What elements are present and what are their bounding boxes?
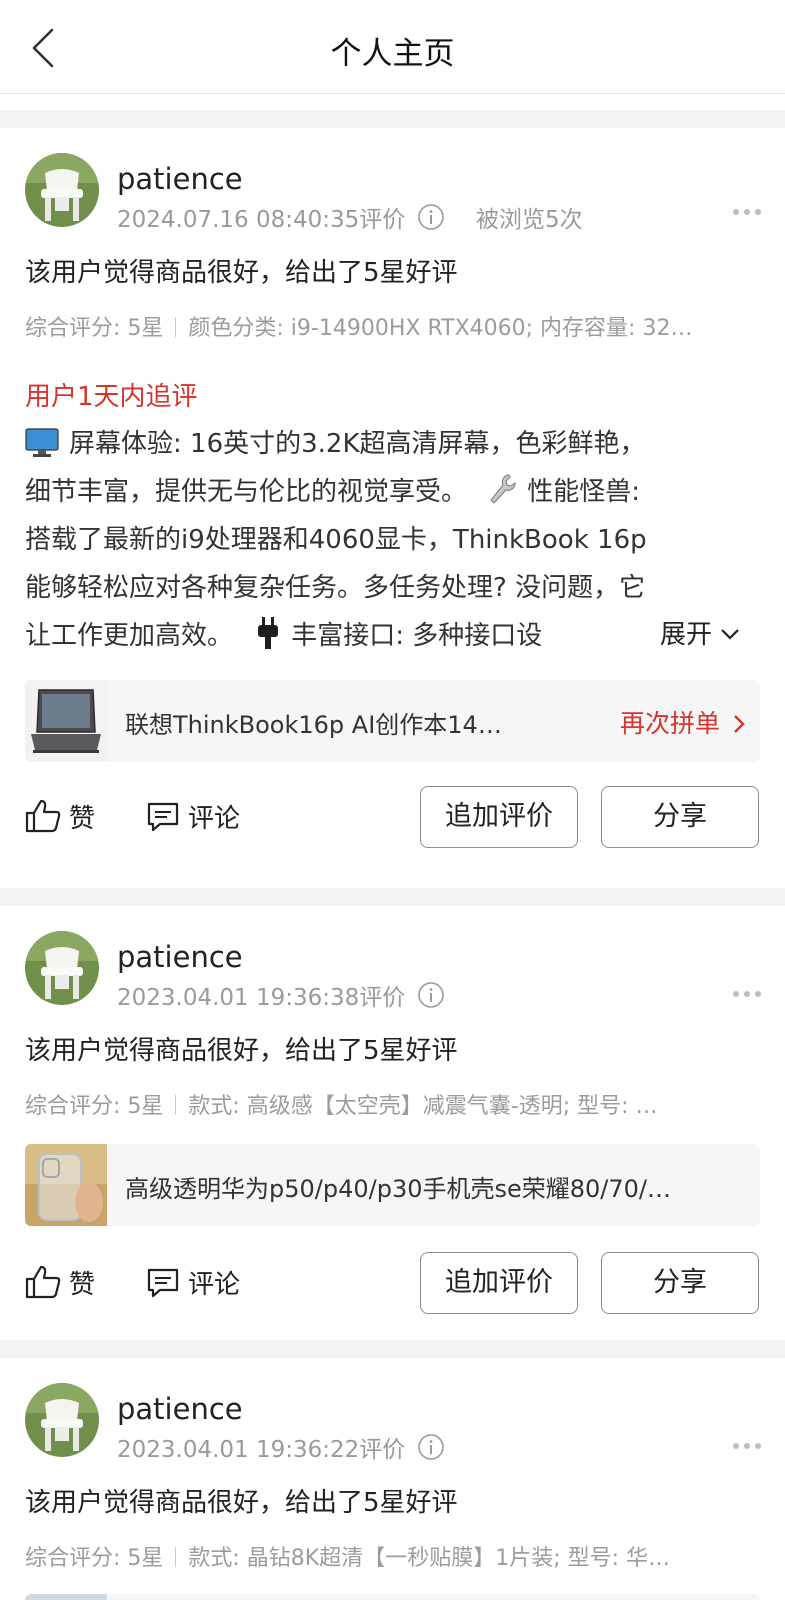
followup-title: 用户1天内追评 bbox=[25, 382, 198, 412]
comment-button[interactable]: 评论 bbox=[146, 798, 240, 835]
info-icon[interactable] bbox=[417, 1433, 445, 1461]
followup-line: 搭载了最新的i9处理器和4060显卡，ThinkBook 16p bbox=[25, 525, 647, 555]
review-meta: 2023.04.01 19:36:22评价 bbox=[117, 1430, 445, 1464]
thumbs-up-icon bbox=[25, 799, 61, 833]
username[interactable]: patience bbox=[117, 162, 243, 196]
share-button[interactable]: 分享 bbox=[601, 1252, 759, 1314]
review-specs: 综合评分: 5星 颜色分类: i9-14900HX RTX4060; 内存容量: … bbox=[25, 310, 760, 342]
monitor-emoji-icon bbox=[25, 428, 59, 457]
section-divider bbox=[0, 110, 785, 128]
page-title: 个人主页 bbox=[330, 36, 455, 72]
followup-line: 能够轻松应对各种复杂任务。多任务处理? 没问题，它 bbox=[25, 573, 646, 603]
more-dots-icon[interactable] bbox=[732, 1442, 762, 1450]
review-timestamp: 2023.04.01 19:36:22评价 bbox=[117, 1437, 406, 1463]
product-thumbnail bbox=[25, 1144, 107, 1226]
like-button[interactable]: 赞 bbox=[25, 1264, 95, 1301]
review-specs: 综合评分: 5星 款式: 晶钻8K超清【一秒贴膜】1片装; 型号: 华… bbox=[25, 1540, 760, 1572]
review-summary: 该用户觉得商品很好，给出了5星好评 bbox=[25, 1036, 458, 1066]
spec-text: 款式: 晶钻8K超清【一秒贴膜】1片装; 型号: 华… bbox=[188, 1546, 671, 1571]
review-summary: 该用户觉得商品很好，给出了5星好评 bbox=[25, 258, 458, 288]
review-timestamp: 2024.07.16 08:40:35评价 bbox=[117, 207, 406, 233]
review-meta: 2024.07.16 08:40:35评价 被浏览5次 bbox=[117, 200, 583, 234]
expand-button[interactable]: 展开 bbox=[620, 614, 741, 651]
spec-divider bbox=[175, 1095, 177, 1115]
more-dots-icon[interactable] bbox=[732, 208, 762, 216]
top-nav-bar: 个人主页 bbox=[0, 0, 785, 94]
like-button[interactable]: 赞 bbox=[25, 798, 95, 835]
avatar[interactable] bbox=[25, 931, 99, 1005]
product-card[interactable]: 高级透明华为p50/p40/p30手机壳se荣耀80/70/… bbox=[25, 1144, 760, 1226]
rating-text: 综合评分: 5星 bbox=[25, 1094, 164, 1119]
comment-button[interactable]: 评论 bbox=[146, 1264, 240, 1301]
plug-emoji-icon bbox=[258, 617, 279, 649]
rebuy-button[interactable]: 再次拼单 bbox=[620, 704, 746, 740]
info-icon[interactable] bbox=[417, 203, 445, 231]
thumbs-up-icon bbox=[25, 1265, 61, 1299]
spec-divider bbox=[175, 317, 177, 337]
add-review-button[interactable]: 追加评价 bbox=[420, 786, 578, 848]
review-actions: 赞 评论 追加评价 分享 bbox=[0, 786, 785, 848]
review-card: patience 2023.04.01 19:36:38评价 该用户觉得商品很好… bbox=[0, 906, 785, 1340]
product-thumbnail bbox=[25, 1594, 107, 1600]
spec-divider bbox=[175, 1547, 177, 1567]
chevron-right-icon bbox=[734, 715, 745, 733]
review-specs: 综合评分: 5星 款式: 高级感【太空壳】减震气囊-透明; 型号: … bbox=[25, 1088, 760, 1120]
share-button[interactable]: 分享 bbox=[601, 786, 759, 848]
section-divider bbox=[0, 888, 785, 906]
wrench-emoji-icon bbox=[490, 474, 516, 504]
product-card[interactable]: 联想ThinkBook16p AI创作本14… 再次拼单 bbox=[25, 680, 760, 762]
review-summary: 该用户觉得商品很好，给出了5星好评 bbox=[25, 1488, 458, 1518]
username[interactable]: patience bbox=[117, 940, 243, 974]
username[interactable]: patience bbox=[117, 1392, 243, 1426]
review-timestamp: 2023.04.01 19:36:38评价 bbox=[117, 985, 406, 1011]
view-count: 被浏览5次 bbox=[475, 207, 583, 233]
more-dots-icon[interactable] bbox=[732, 990, 762, 998]
followup-line: 屏幕体验: 16英寸的3.2K超高清屏幕，色彩鲜艳， bbox=[25, 420, 765, 468]
followup-line: 细节丰富，提供无与伦比的视觉享受。 性能怪兽: bbox=[25, 468, 765, 516]
add-review-button[interactable]: 追加评价 bbox=[420, 1252, 578, 1314]
spec-text: 颜色分类: i9-14900HX RTX4060; 内存容量: 32… bbox=[188, 316, 693, 341]
review-card: patience 2024.07.16 08:40:35评价 被浏览5次 该用户… bbox=[0, 128, 785, 872]
section-divider bbox=[0, 1340, 785, 1358]
info-icon[interactable] bbox=[417, 981, 445, 1009]
rating-text: 综合评分: 5星 bbox=[25, 316, 164, 341]
product-thumbnail bbox=[25, 680, 107, 762]
product-name: 高级透明华为p50/p40/p30手机壳se荣耀80/70/… bbox=[125, 1175, 672, 1203]
avatar[interactable] bbox=[25, 1383, 99, 1457]
product-name: 联想ThinkBook16p AI创作本14… bbox=[125, 711, 502, 739]
comment-icon bbox=[147, 802, 179, 832]
rating-text: 综合评分: 5星 bbox=[25, 1546, 164, 1571]
spec-text: 款式: 高级感【太空壳】减震气囊-透明; 型号: … bbox=[188, 1094, 658, 1119]
review-meta: 2023.04.01 19:36:38评价 bbox=[117, 978, 445, 1012]
review-card: patience 2023.04.01 19:36:22评价 该用户觉得商品很好… bbox=[0, 1358, 785, 1600]
avatar[interactable] bbox=[25, 153, 99, 227]
comment-icon bbox=[147, 1268, 179, 1298]
review-actions: 赞 评论 追加评价 分享 bbox=[0, 1252, 785, 1314]
chevron-down-icon bbox=[721, 629, 740, 640]
product-card[interactable] bbox=[25, 1594, 760, 1600]
